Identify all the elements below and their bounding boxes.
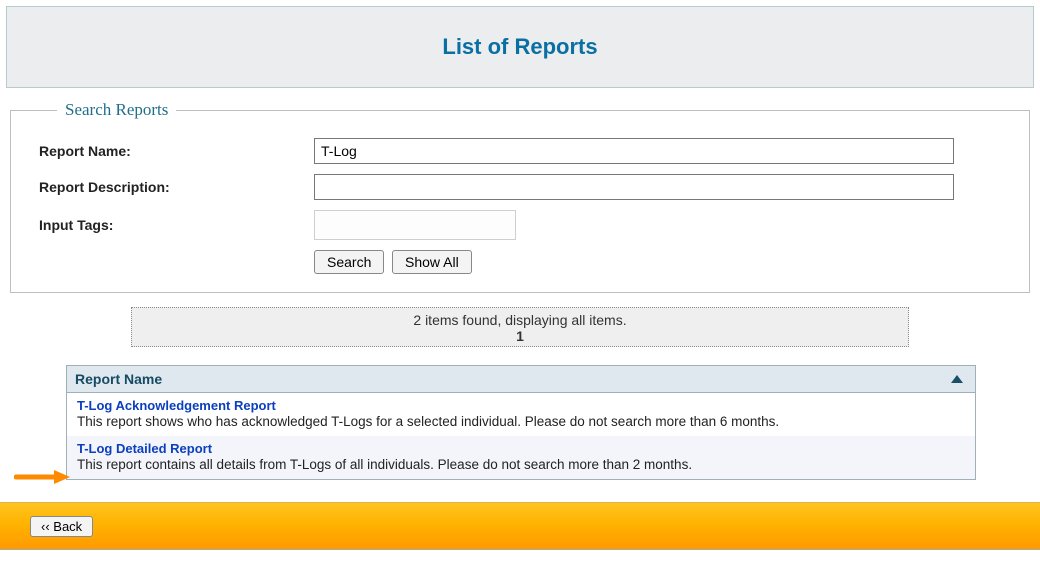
table-row: T-Log Detailed Report This report contai…: [67, 436, 975, 479]
row-report-name: Report Name:: [39, 138, 1001, 164]
table-row: T-Log Acknowledgement Report This report…: [67, 393, 975, 436]
row-report-description: Report Description:: [39, 174, 1001, 200]
results-summary-text: 2 items found, displaying all items.: [413, 312, 626, 328]
input-report-name[interactable]: [314, 138, 954, 164]
results-table: Report Name T-Log Acknowledgement Report…: [66, 365, 976, 480]
input-report-description[interactable]: [314, 174, 954, 200]
row-input-tags: Input Tags:: [39, 210, 1001, 240]
title-bar: List of Reports: [6, 6, 1034, 88]
search-reports-fieldset: Search Reports Report Name: Report Descr…: [10, 100, 1030, 293]
report-description: This report shows who has acknowledged T…: [77, 414, 779, 429]
back-button[interactable]: ‹‹ Back: [30, 516, 93, 537]
search-button-row: Search Show All: [314, 250, 1001, 274]
label-report-name: Report Name:: [39, 143, 314, 159]
action-bar: ‹‹ Back: [0, 502, 1040, 550]
results-page-number: 1: [132, 328, 908, 344]
arrow-annotation-icon: [14, 468, 70, 486]
page-title: List of Reports: [442, 34, 597, 60]
column-report-name[interactable]: Report Name: [75, 371, 162, 387]
search-legend: Search Reports: [57, 100, 176, 120]
label-report-description: Report Description:: [39, 179, 314, 195]
table-header[interactable]: Report Name: [67, 366, 975, 393]
label-input-tags: Input Tags:: [39, 217, 314, 233]
search-button[interactable]: Search: [314, 250, 384, 274]
report-link[interactable]: T-Log Detailed Report: [77, 441, 212, 456]
sort-ascending-icon[interactable]: [951, 375, 963, 383]
report-link[interactable]: T-Log Acknowledgement Report: [77, 398, 276, 413]
report-description: This report contains all details from T-…: [77, 457, 692, 472]
input-tags[interactable]: [314, 210, 516, 240]
results-summary: 2 items found, displaying all items. 1: [131, 307, 909, 347]
show-all-button[interactable]: Show All: [392, 250, 472, 274]
